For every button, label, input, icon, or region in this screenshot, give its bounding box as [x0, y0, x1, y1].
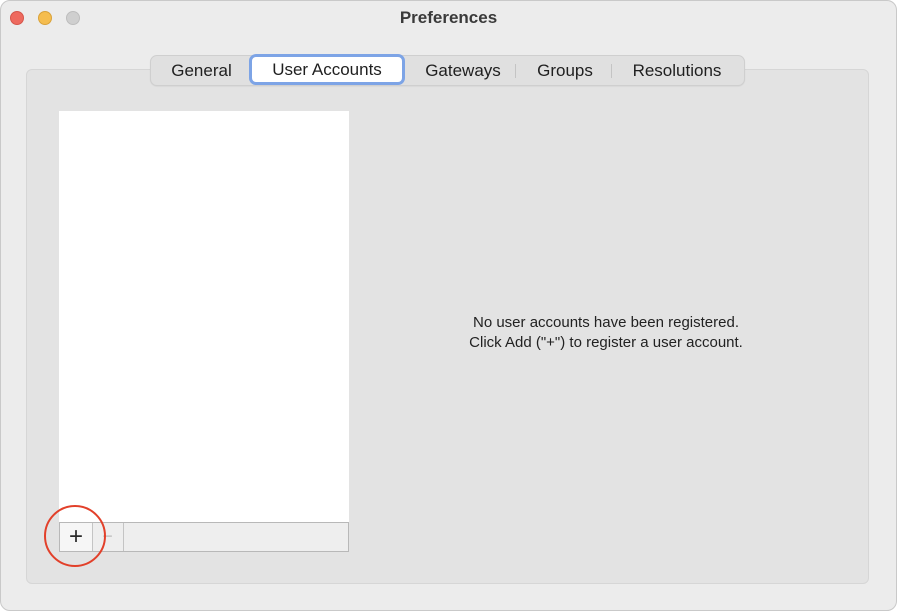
title-bar[interactable]: Preferences: [1, 1, 896, 37]
tab-user-accounts[interactable]: User Accounts: [249, 54, 405, 85]
window-title: Preferences: [399, 8, 498, 27]
user-accounts-list[interactable]: [59, 111, 349, 522]
preferences-window: Preferences General User Accounts Gatewa…: [0, 0, 897, 611]
add-account-button[interactable]: +: [60, 523, 93, 551]
tab-separator: [611, 64, 612, 78]
tab-groups[interactable]: Groups: [521, 56, 609, 85]
empty-state-line-1: No user accounts have been registered.: [473, 314, 739, 331]
empty-state-message: No user accounts have been registered. C…: [381, 313, 831, 353]
tab-separator: [515, 64, 516, 78]
tab-resolutions[interactable]: Resolutions: [613, 56, 741, 85]
remove-account-button[interactable]: −: [92, 523, 124, 551]
tab-bar: General User Accounts Gateways Groups Re…: [150, 54, 745, 86]
tab-general[interactable]: General: [154, 56, 249, 85]
tab-gateways[interactable]: Gateways: [413, 56, 513, 85]
empty-state-line-2: Click Add ("+") to register a user accou…: [469, 334, 743, 351]
list-footer-bar: + −: [59, 522, 349, 552]
